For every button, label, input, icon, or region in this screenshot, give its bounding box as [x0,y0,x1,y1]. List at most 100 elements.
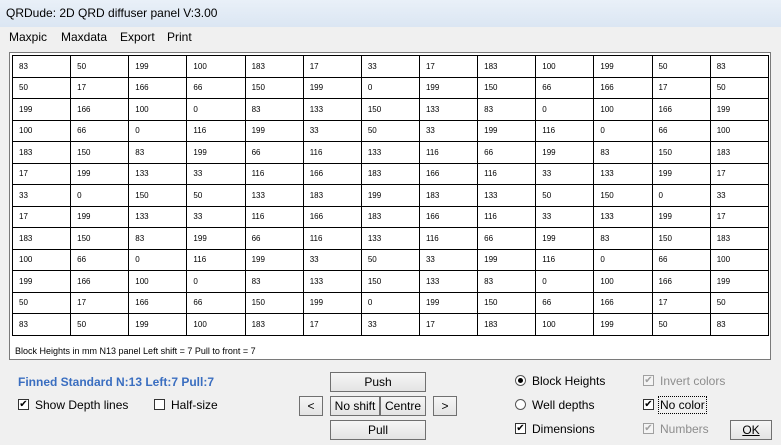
grid-cell: 50 [535,184,595,207]
checkbox-box[interactable]: ✔ [643,375,654,387]
grid-cell: 116 [244,205,304,228]
grid-cell: 66 [477,141,537,164]
grid-cell: 50 [360,248,420,271]
show-depth-lines-checkbox[interactable]: ✔ Show Depth lines [18,397,128,413]
grid-cell: 133 [418,98,479,121]
grid-cell: 199 [244,248,304,271]
grid-cell: 0 [360,291,420,314]
grid-cell: 166 [418,162,479,185]
grid-cell: 0 [535,98,595,121]
grid-cell: 133 [418,270,479,293]
radio-dot[interactable] [515,375,526,387]
dimensions-checkbox[interactable]: ✔ Dimensions [515,421,595,437]
grid-cell: 183 [709,141,770,164]
grid-cell: 116 [302,141,362,164]
push-button[interactable]: Push [330,372,426,392]
checkbox-box[interactable]: ✔ [643,423,654,435]
grid-cell: 150 [128,184,188,207]
well-depths-radio[interactable]: Well depths [515,397,594,413]
grid-cell: 100 [535,313,595,336]
grid-cell: 0 [186,98,246,121]
radio-dot[interactable] [515,399,526,411]
grid-cell: 199 [128,55,188,78]
shift-left-button[interactable]: < [299,396,323,416]
grid-cell: 0 [128,119,188,142]
pull-button[interactable]: Pull [330,420,426,440]
grid-cell: 83 [477,270,537,293]
grid-cell: 133 [477,184,537,207]
checkbox-box[interactable] [154,399,165,411]
grid-cell: 0 [535,270,595,293]
grid-cell: 83 [11,55,72,78]
grid-cell: 100 [186,313,246,336]
half-size-checkbox[interactable]: Half-size [154,397,218,413]
grid-cell: 50 [651,313,711,336]
centre-button[interactable]: Centre [380,396,426,416]
grid-cell: 0 [651,184,711,207]
ok-button[interactable]: OK [730,420,772,440]
grid-cell: 199 [128,313,188,336]
well-depths-label: Well depths [532,398,595,412]
no-color-checkbox[interactable]: ✔ No color [643,396,707,414]
grid-cell: 100 [535,55,595,78]
grid-cell: 17 [709,162,770,185]
grid-cell: 83 [128,227,188,250]
grid-cell: 83 [477,98,537,121]
grid-cell: 50 [186,184,246,207]
grid-cell: 150 [244,291,304,314]
menu-export[interactable]: Export [117,27,158,47]
no-shift-button[interactable]: No shift [330,396,380,416]
show-depth-lines-label: Show Depth lines [35,398,129,412]
grid-cell: 100 [709,248,770,271]
numbers-checkbox[interactable]: ✔ Numbers [643,421,709,437]
grid-cell: 17 [70,291,130,314]
grid-cell: 166 [418,205,479,228]
grid-cell: 133 [593,205,653,228]
grid-cell: 150 [477,76,537,99]
checkbox-box[interactable]: ✔ [515,423,526,435]
table-row: 83 50 199 100 183 17 33 17 183 100 199 50 83 [11,55,770,78]
invert-colors-checkbox[interactable]: ✔ Invert colors [643,373,725,389]
grid-cell: 116 [535,119,595,142]
table-row: 50 17 166 66 150 199 0 199 150 66 166 17 50 [11,291,770,314]
grid-cell: 17 [651,76,711,99]
block-heights-radio[interactable]: Block Heights [515,373,605,389]
grid-cell: 66 [651,119,711,142]
grid-cell: 33 [418,119,479,142]
menu-maxpic[interactable]: Maxpic [6,27,50,47]
grid-cell: 166 [70,98,130,121]
menu-print[interactable]: Print [164,27,195,47]
checkbox-box[interactable]: ✔ [18,399,29,411]
window-title: QRDude: 2D QRD diffuser panel V:3.00 [6,6,218,20]
grid-cell: 199 [593,313,653,336]
menu-maxdata[interactable]: Maxdata [58,27,110,47]
half-size-label: Half-size [171,398,218,412]
title-bar: QRDude: 2D QRD diffuser panel V:3.00 [0,0,781,28]
grid-cell: 183 [11,141,72,164]
grid-cell: 33 [302,119,362,142]
grid-cell: 199 [11,270,72,293]
grid-cell: 0 [128,248,188,271]
grid-cell: 83 [11,313,72,336]
checkbox-box[interactable]: ✔ [643,399,654,411]
grid-cell: 100 [11,248,72,271]
grid-cell: 66 [477,227,537,250]
diffuser-grid-panel: 83 50 199 100 183 17 33 17 183 100 199 50 83 50 17 166 6… [9,52,771,360]
grid-cell: 116 [302,227,362,250]
grid-cell: 66 [244,227,304,250]
grid-cell: 83 [244,270,304,293]
grid-cell: 17 [651,291,711,314]
grid-cell: 33 [535,162,595,185]
ok-label: OK [742,423,760,437]
table-row: 183 150 83 199 66 116 133 116 66 199 83 150 183 [11,227,770,250]
grid-cell: 199 [709,270,770,293]
invert-colors-label: Invert colors [660,374,726,388]
menu-bar: Maxpic Maxdata Export Print [0,27,781,47]
table-row: 33 0 150 50 133 183 199 183 133 50 150 0 33 [11,184,770,207]
shift-right-button[interactable]: > [433,396,457,416]
grid-cell: 0 [70,184,130,207]
grid-cell: 199 [535,141,595,164]
grid-cell: 150 [360,270,420,293]
grid-cell: 199 [302,291,362,314]
grid-cell: 150 [593,184,653,207]
